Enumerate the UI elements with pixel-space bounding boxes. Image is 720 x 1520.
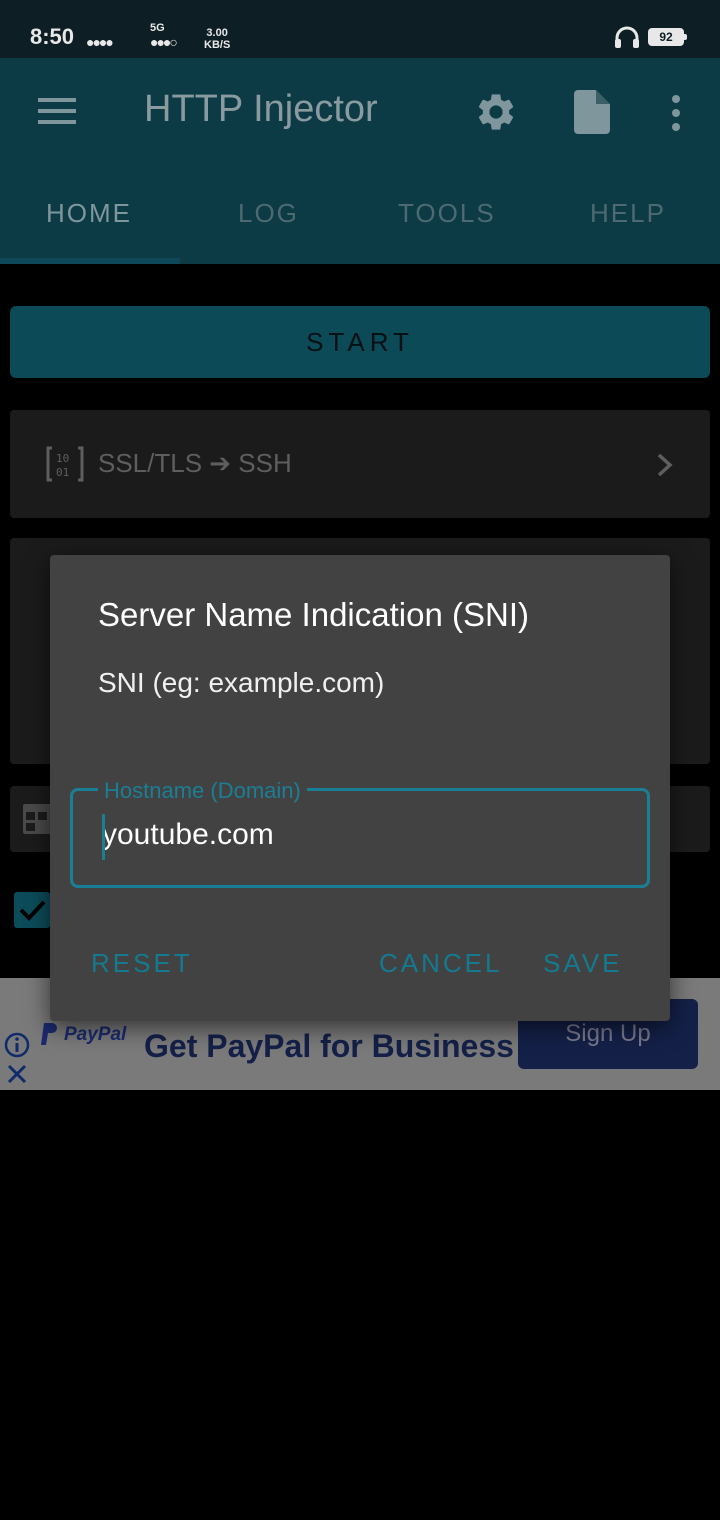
option-checkbox[interactable] [14, 892, 50, 928]
tunnel-mode-label: SSL/TLS ➔ SSH [98, 448, 292, 478]
app-title: HTTP Injector [144, 88, 378, 130]
close-icon[interactable] [6, 1064, 28, 1084]
info-icon[interactable] [4, 1032, 30, 1058]
ad-headline[interactable]: Get PayPal for Business [144, 1028, 514, 1065]
ad-brand: PayPal [64, 1024, 127, 1045]
network-speed: 3.00 KB/S [204, 27, 230, 51]
more-vert-icon[interactable] [670, 94, 682, 132]
chevron-right-icon [657, 453, 673, 477]
hostname-input[interactable] [102, 818, 622, 852]
battery-icon: 92 [648, 28, 687, 46]
network-type: 5G [150, 22, 165, 34]
start-button[interactable]: START [10, 306, 710, 378]
cancel-button[interactable]: CANCEL [379, 948, 502, 979]
check-icon [19, 900, 46, 921]
status-time: 8:50 [30, 24, 75, 49]
tab-home[interactable]: HOME [46, 198, 132, 229]
paypal-logo-icon [41, 1023, 57, 1045]
reset-button[interactable]: RESET [91, 948, 193, 979]
signal-strength-2-icon: ●●●○ [150, 34, 178, 50]
dialog-title: Server Name Indication (SNI) [98, 596, 529, 633]
gear-icon[interactable] [474, 90, 518, 134]
network-speed-unit: KB/S [204, 39, 231, 51]
svg-text:01: 01 [56, 466, 69, 479]
network-speed-value: 3.00 [206, 27, 228, 39]
tab-log[interactable]: LOG [238, 198, 299, 229]
menu-icon[interactable] [38, 98, 76, 124]
hostname-field-label: Hostname (Domain) [98, 778, 307, 804]
binary-icon: 10 01 [46, 446, 84, 482]
tab-tools[interactable]: TOOLS [398, 198, 496, 229]
dialog-message: SNI (eg: example.com) [98, 667, 385, 698]
save-button[interactable]: SAVE [543, 948, 622, 979]
text-cursor [102, 814, 105, 860]
svg-text:10: 10 [56, 452, 69, 465]
tab-help[interactable]: HELP [590, 198, 666, 229]
tab-indicator [0, 258, 180, 264]
headset-icon [615, 26, 639, 48]
signal-strength-icon: ●●●● [86, 34, 114, 50]
calendar-icon [23, 804, 51, 834]
document-icon[interactable] [574, 90, 610, 134]
